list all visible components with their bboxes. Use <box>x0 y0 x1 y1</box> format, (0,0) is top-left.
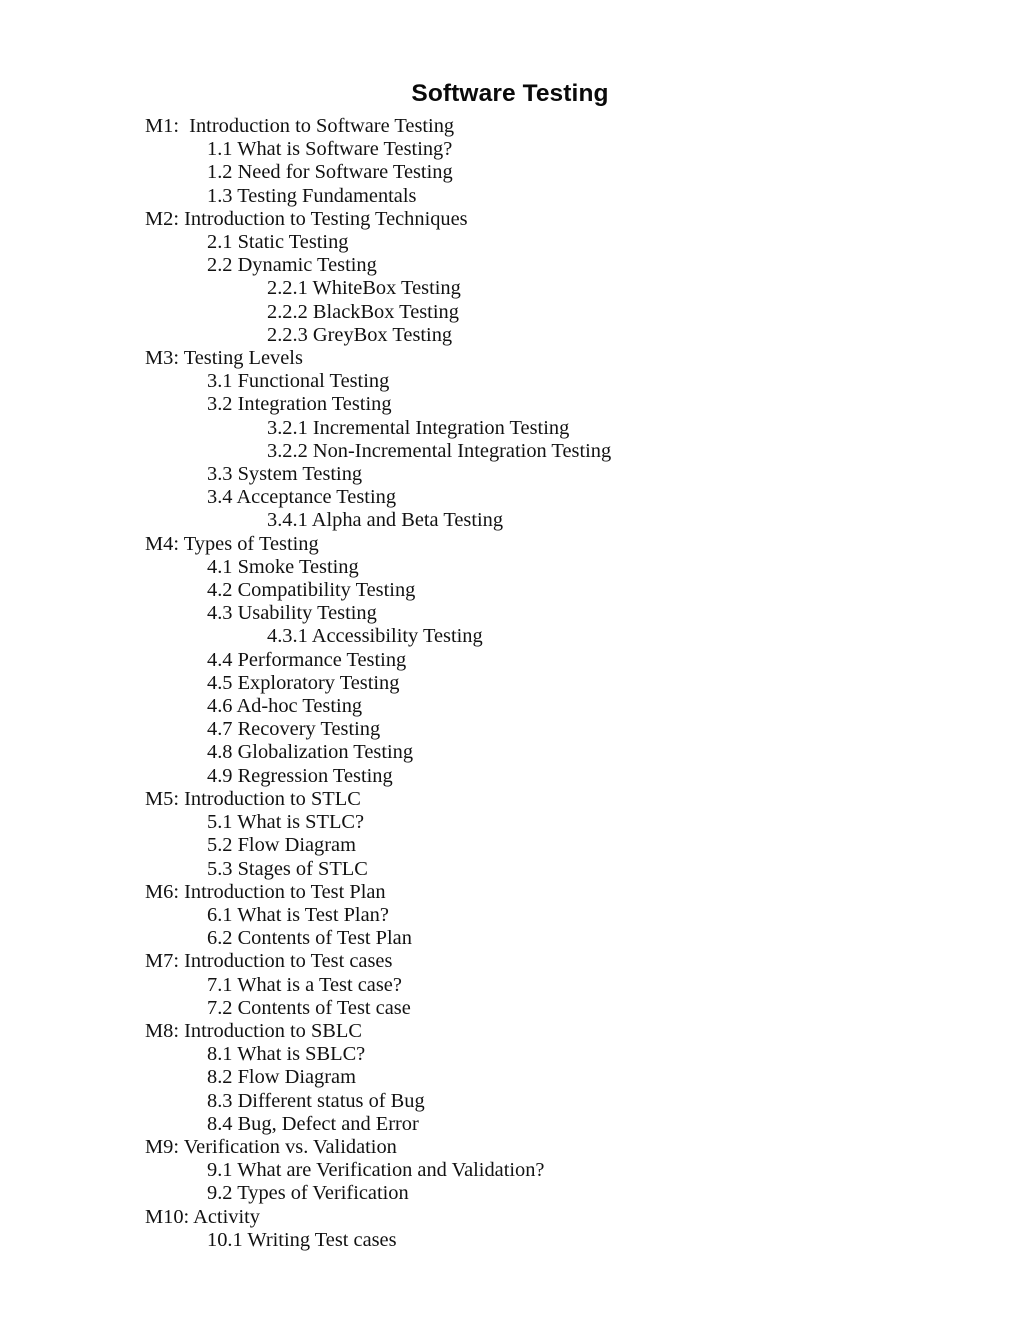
toc-entry: 10.1 Writing Test cases <box>207 1228 397 1251</box>
toc-entry: 3.1 Functional Testing <box>207 370 390 393</box>
toc-entry: 4.3.1 Accessibility Testing <box>267 625 483 648</box>
toc-entry: 9.2 Types of Verification <box>207 1182 409 1205</box>
toc-entry: 4.6 Ad-hoc Testing <box>207 695 363 718</box>
toc-entry: M10: Activity <box>145 1205 260 1228</box>
toc-entry: 3.3 System Testing <box>207 463 363 486</box>
toc-entry: M5: Introduction to STLC <box>145 787 361 810</box>
toc-entry: 4.1 Smoke Testing <box>207 555 359 578</box>
document-page: Software Testing M1: Introduction to Sof… <box>0 0 1020 1320</box>
page-title: Software Testing <box>411 80 609 107</box>
toc-entry: 8.1 What is SBLC? <box>207 1043 366 1066</box>
toc-entry: 4.7 Recovery Testing <box>207 718 381 741</box>
toc-entry: 9.1 What are Verification and Validation… <box>207 1159 545 1182</box>
toc-entry: 4.3 Usability Testing <box>207 602 377 625</box>
toc-entry: 1.3 Testing Fundamentals <box>207 184 417 207</box>
toc-entry: 7.1 What is a Test case? <box>207 973 402 996</box>
toc-entry: 4.5 Exploratory Testing <box>207 671 400 694</box>
toc-entry: 4.9 Regression Testing <box>207 764 393 787</box>
toc-entry: 3.2.2 Non-Incremental Integration Testin… <box>267 439 612 462</box>
toc-entry: M3: Testing Levels <box>145 347 303 370</box>
toc-entry: M4: Types of Testing <box>145 532 319 555</box>
toc-entry: M2: Introduction to Testing Techniques <box>145 207 468 230</box>
toc-entry: 5.2 Flow Diagram <box>207 834 356 857</box>
toc-entry: M7: Introduction to Test cases <box>145 950 393 973</box>
toc-entry: 2.2.3 GreyBox Testing <box>267 323 453 346</box>
toc-entry: 2.1 Static Testing <box>207 231 349 254</box>
toc-entry: 3.2.1 Incremental Integration Testing <box>267 416 570 439</box>
toc-entry: 7.2 Contents of Test case <box>207 996 411 1019</box>
table-of-contents: M1: Introduction to Software Testing 1.1 … <box>0 115 1020 1252</box>
toc-entry: 2.2.2 BlackBox Testing <box>267 300 459 323</box>
toc-entry: 8.3 Different status of Bug <box>207 1089 425 1112</box>
toc-entry: 4.8 Globalization Testing <box>207 741 414 764</box>
toc-entry: 5.1 What is STLC? <box>207 811 365 834</box>
toc-entry: 8.4 Bug, Defect and Error <box>207 1112 419 1135</box>
toc-entry: 6.1 What is Test Plan? <box>207 903 389 926</box>
toc-entry: M1: Introduction to Software Testing <box>145 115 455 137</box>
toc-entry: M6: Introduction to Test Plan <box>145 880 386 903</box>
toc-entry: 2.2.1 WhiteBox Testing <box>267 277 461 300</box>
toc-entry: 3.2 Integration Testing <box>207 393 392 416</box>
toc-entry: 8.2 Flow Diagram <box>207 1066 356 1089</box>
toc-entry: 2.2 Dynamic Testing <box>207 254 377 277</box>
toc-entry: 3.4 Acceptance Testing <box>207 486 397 509</box>
toc-entry: 1.2 Need for Software Testing <box>207 161 453 184</box>
toc-entry: 4.2 Compatibility Testing <box>207 579 416 602</box>
toc-entry: 3.4.1 Alpha and Beta Testing <box>267 509 504 532</box>
toc-entry: M9: Verification vs. Validation <box>145 1135 397 1158</box>
toc-entry: 5.3 Stages of STLC <box>207 857 368 880</box>
toc-entry: 1.1 What is Software Testing? <box>207 138 453 161</box>
toc-entry: M8: Introduction to SBLC <box>145 1019 362 1042</box>
toc-entry: 4.4 Performance Testing <box>207 648 407 671</box>
toc-entry: 6.2 Contents of Test Plan <box>207 927 412 950</box>
